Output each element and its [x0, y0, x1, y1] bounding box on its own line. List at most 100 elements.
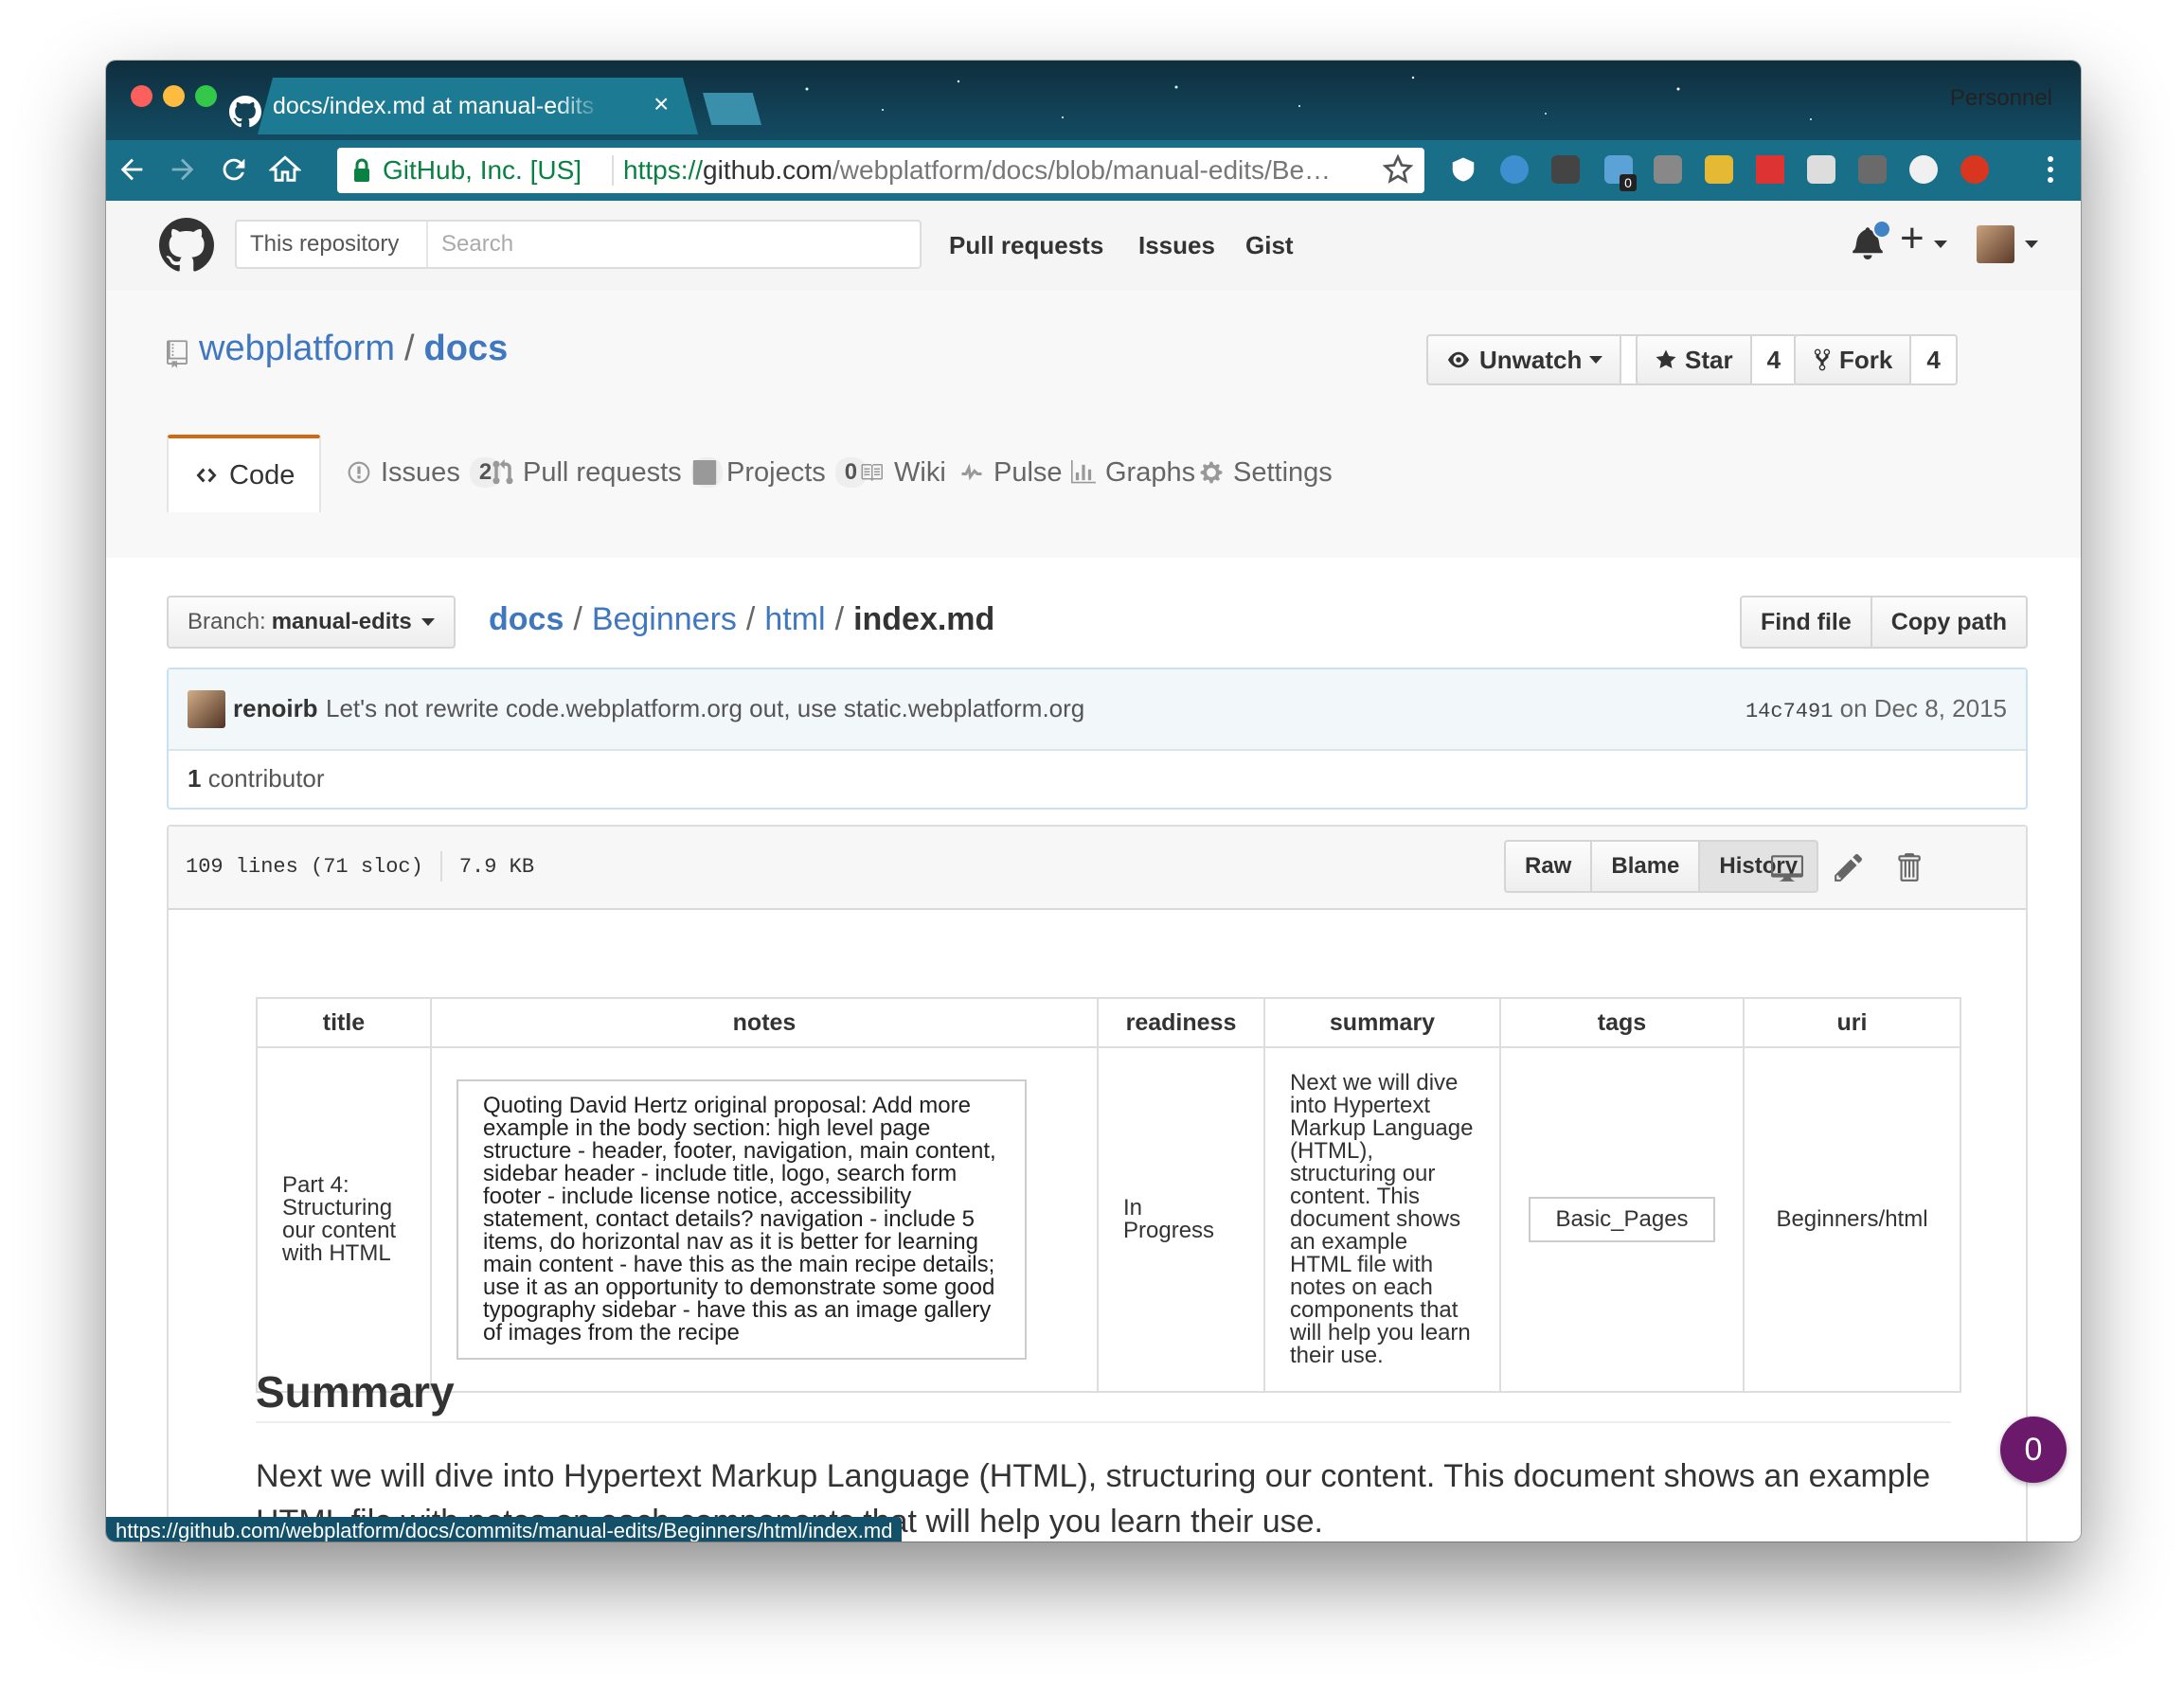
profile-name[interactable]: Personnel: [1950, 85, 2052, 112]
cell-uri: Beginners/html: [1743, 1046, 1961, 1393]
bookmark-star-icon[interactable]: [1383, 153, 1413, 186]
breadcrumb-html-link[interactable]: html: [764, 601, 825, 637]
file-viewer: 109 lines (71 sloc) 7.9 KB Raw Blame Hist…: [167, 825, 2028, 1542]
user-menu-caret-icon[interactable]: [2025, 241, 2038, 248]
search-scope-divider: [426, 222, 428, 267]
col-header-readiness: readiness: [1097, 997, 1265, 1048]
branch-select-button[interactable]: Branch: manual-edits: [167, 596, 456, 649]
frontmatter-table: title notes readiness summary tags uri P…: [256, 997, 1961, 1393]
pulse-icon: [961, 463, 982, 481]
repo-icon: [167, 340, 188, 368]
desktop-icon[interactable]: [1771, 851, 1803, 883]
col-header-summary: summary: [1263, 997, 1501, 1048]
forward-arrow-icon[interactable]: [167, 153, 199, 186]
window-maximize-button[interactable]: [195, 85, 217, 107]
col-header-title: title: [256, 997, 432, 1048]
fork-button[interactable]: Fork: [1794, 334, 1912, 385]
browser-window: docs/index.md at manual-edits × Personne…: [106, 61, 2081, 1542]
main-content: Branch: manual-edits docs / Beginners / html…: [106, 558, 2081, 1542]
extension-flask-icon[interactable]: [1705, 155, 1733, 184]
contributors-summary[interactable]: 1 contributor: [188, 764, 325, 793]
tab-projects-label: Projects: [726, 456, 826, 488]
tab-close-icon[interactable]: ×: [653, 89, 669, 119]
cell-readiness: In Progress: [1097, 1046, 1265, 1393]
browser-toolbar: GitHub, Inc. [US] https://github.com/web…: [106, 140, 2081, 201]
summary-heading: Summary: [256, 1367, 455, 1417]
pencil-icon[interactable]: [1833, 851, 1865, 883]
tab-pull-requests[interactable]: Pull requests 0: [492, 435, 724, 510]
copy-path-button[interactable]: Copy path: [1871, 596, 2028, 649]
tab-wiki[interactable]: Wiki: [858, 435, 946, 510]
secure-origin-label: GitHub, Inc. [US]: [383, 155, 582, 185]
new-tab-button[interactable]: [703, 93, 761, 125]
breadcrumb-beginners-link[interactable]: Beginners: [592, 601, 737, 637]
repo-name-link[interactable]: docs: [424, 329, 509, 368]
trashcan-icon[interactable]: [1892, 851, 1924, 883]
project-icon: [692, 460, 717, 485]
extension-note-icon[interactable]: [1756, 155, 1784, 184]
contributors-label: contributor: [207, 764, 325, 793]
fork-icon: [1814, 348, 1831, 371]
browser-menu-icon[interactable]: [2046, 153, 2055, 186]
window-close-button[interactable]: [131, 85, 152, 107]
user-avatar[interactable]: [1977, 225, 2014, 263]
address-bar[interactable]: GitHub, Inc. [US] https://github.com/web…: [337, 148, 1424, 193]
commit-message-link[interactable]: Let's not rewrite code.webplatform.org o…: [326, 694, 1084, 723]
reload-icon[interactable]: [218, 153, 250, 186]
stargazers-count[interactable]: 4: [1751, 334, 1799, 385]
frontmatter-header-row: title notes readiness summary tags uri: [256, 997, 1961, 1048]
github-header: This repository Search Pull requests Iss…: [106, 201, 2081, 292]
commit-sha-link[interactable]: 14c7491: [1745, 700, 1833, 723]
file-info-divider: [439, 851, 442, 882]
branch-name: manual-edits: [271, 609, 412, 634]
home-icon[interactable]: [269, 153, 301, 186]
star-group: Star 4: [1636, 334, 1799, 385]
nav-gist[interactable]: Gist: [1245, 231, 1294, 260]
back-arrow-icon[interactable]: [116, 153, 148, 186]
tab-code-label: Code: [229, 459, 295, 490]
extension-red-icon[interactable]: [1960, 155, 1989, 184]
forks-count[interactable]: 4: [1911, 334, 1958, 385]
cast-icon[interactable]: [1858, 155, 1887, 184]
github-logo-icon[interactable]: [159, 218, 214, 273]
create-new-button[interactable]: +: [1900, 218, 1924, 259]
repo-owner-link[interactable]: webplatform: [199, 329, 395, 368]
graph-icon: [1071, 460, 1096, 484]
window-minimize-button[interactable]: [163, 85, 185, 107]
tab-issues[interactable]: Issues 2: [347, 435, 502, 510]
file-size: 7.9 KB: [458, 854, 535, 879]
commit-author-link[interactable]: renoirb: [233, 694, 318, 723]
raw-button[interactable]: Raw: [1504, 840, 1593, 893]
url-text[interactable]: https://github.com/webplatform/docs/blob…: [623, 155, 1371, 186]
extension-shield-icon[interactable]: [1449, 155, 1477, 184]
nav-pull-requests[interactable]: Pull requests: [949, 231, 1103, 260]
tab-projects[interactable]: Projects 0: [692, 435, 868, 510]
commit-author-avatar[interactable]: [188, 690, 225, 728]
tab-code[interactable]: Code: [167, 435, 322, 512]
code-icon: [196, 468, 217, 483]
extension-bracket-icon[interactable]: [1909, 155, 1938, 184]
file-info: 109 lines (71 sloc) 7.9 KB: [186, 851, 534, 882]
floating-counter-button[interactable]: 0: [2000, 1417, 2067, 1483]
tag-item: Basic_Pages: [1529, 1197, 1715, 1242]
repo-title-separator: /: [403, 329, 415, 368]
extension-dots-icon[interactable]: [1551, 155, 1580, 184]
blame-button[interactable]: Blame: [1590, 840, 1701, 893]
fork-group: Fork 4: [1794, 334, 1958, 385]
search-input[interactable]: This repository Search: [235, 220, 922, 269]
extension-snowflake-icon[interactable]: [1500, 155, 1529, 184]
star-button[interactable]: Star: [1636, 334, 1752, 385]
unwatch-button[interactable]: Unwatch: [1426, 334, 1622, 385]
find-file-button[interactable]: Find file: [1739, 596, 1872, 649]
lock-icon: [354, 158, 369, 182]
nav-issues[interactable]: Issues: [1138, 231, 1215, 260]
extension-square-icon[interactable]: [1807, 155, 1835, 184]
extension-cup-icon[interactable]: [1654, 155, 1682, 184]
path-actions: Find file Copy path: [1739, 596, 2028, 649]
create-new-caret-icon[interactable]: [1934, 241, 1947, 248]
breadcrumb-root-link[interactable]: docs: [489, 601, 564, 637]
tab-settings[interactable]: Settings: [1199, 435, 1333, 510]
star-label: Star: [1685, 345, 1733, 374]
tab-graphs[interactable]: Graphs: [1071, 435, 1195, 510]
tab-pulse[interactable]: Pulse: [959, 435, 1063, 510]
